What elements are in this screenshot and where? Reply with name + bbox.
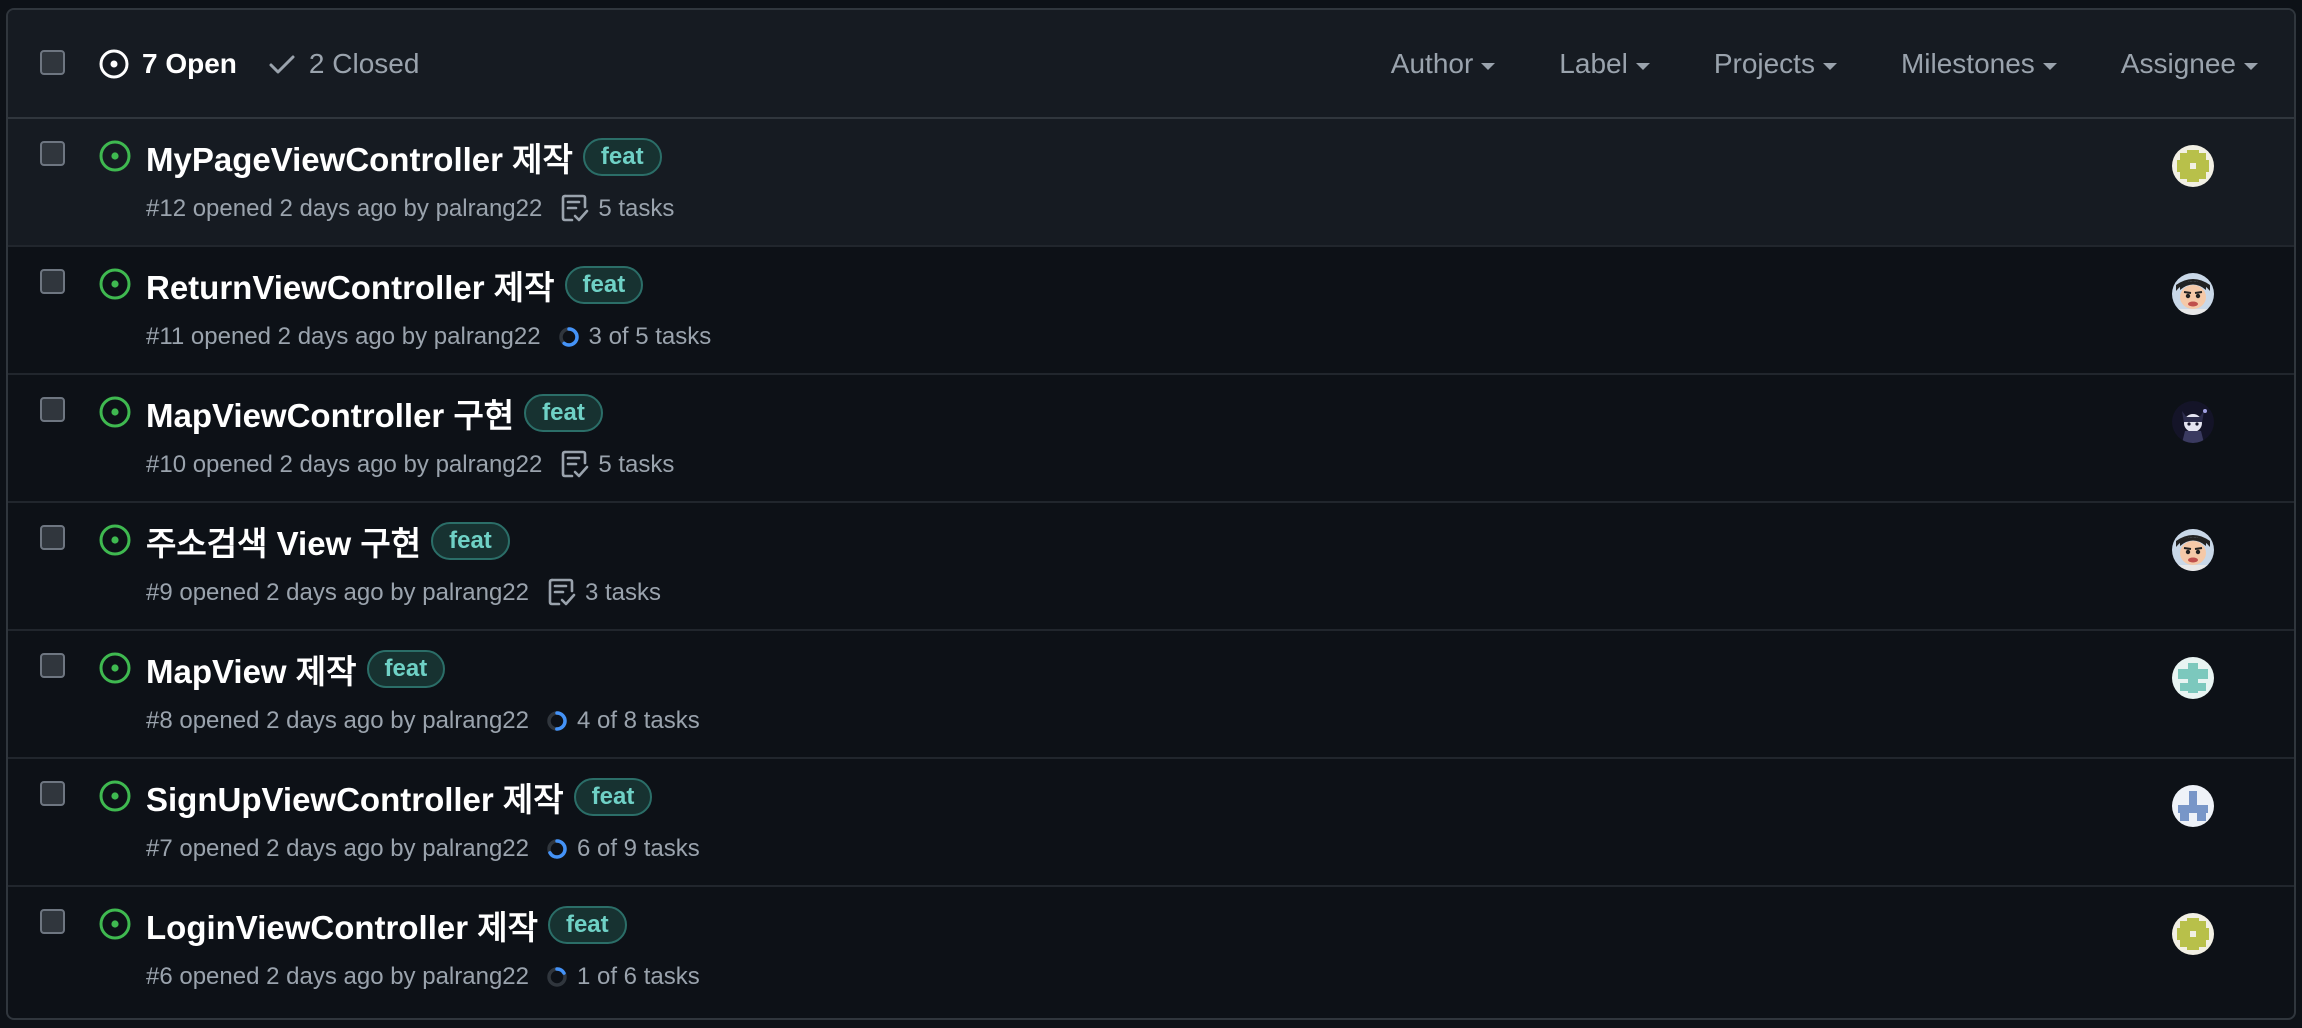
closed-issues-label: 2 Closed — [308, 48, 420, 79]
issue-tasks-label: 1 of 6 tasks — [576, 963, 700, 990]
issue-tasks-label: 3 tasks — [584, 579, 662, 606]
issue-tasks-label: 5 tasks — [598, 195, 675, 222]
caret-down-icon — [1481, 62, 1496, 70]
issue-title[interactable]: MapView 제작 — [146, 645, 357, 693]
closed-issues-tab[interactable]: 2 Closed — [267, 48, 420, 80]
issue-checkbox[interactable] — [40, 909, 65, 934]
issue-opened-icon — [99, 396, 131, 428]
issue-title[interactable]: LoginViewController 제작 — [146, 901, 538, 949]
select-all-checkbox[interactable] — [40, 50, 65, 75]
issue-opened-icon — [99, 49, 129, 79]
issue-label[interactable]: feat — [547, 906, 627, 944]
issue-tasks[interactable]: 6 of 9 tasks — [545, 835, 700, 863]
issue-checkbox[interactable] — [40, 269, 65, 294]
label-filter[interactable]: Label — [1559, 48, 1650, 80]
task-list-icon — [548, 578, 576, 606]
issue-meta: #11 opened 2 days ago by palrang22 — [146, 323, 541, 350]
issue-title[interactable]: MyPageViewController 제작 — [146, 133, 573, 181]
issue-label[interactable]: feat — [573, 778, 653, 816]
milestones-filter[interactable]: Milestones — [1901, 48, 2057, 80]
issue-meta: #8 opened 2 days ago by palrang22 — [146, 707, 529, 734]
issue-tasks[interactable]: 3 tasks — [545, 577, 661, 609]
author-filter[interactable]: Author — [1391, 48, 1496, 80]
issue-tasks[interactable]: 1 of 6 tasks — [545, 963, 700, 991]
issue-opened-icon — [99, 908, 131, 940]
issue-tasks[interactable]: 5 tasks — [558, 193, 674, 225]
issue-row: SignUpViewController 제작 feat #7 opened 2 d… — [8, 759, 2294, 887]
issue-meta: #10 opened 2 days ago by palrang22 — [146, 451, 543, 478]
issue-opened-icon — [99, 780, 131, 812]
task-list-icon — [562, 450, 589, 478]
assignee-avatar[interactable] — [2172, 657, 2214, 699]
issue-rows: MyPageViewController 제작 feat #12 opened 2 … — [8, 119, 2294, 1015]
issue-tasks[interactable]: 4 of 8 tasks — [545, 707, 700, 735]
assignee-avatar[interactable] — [2172, 785, 2214, 827]
caret-down-icon — [2244, 62, 2258, 70]
task-progress-icon — [547, 967, 567, 987]
issue-meta: #7 opened 2 days ago by palrang22 — [146, 835, 529, 862]
issue-meta: #9 opened 2 days ago by palrang22 — [146, 579, 529, 606]
issues-list-header: 7 Open 2 Closed Author Label Projects Mi… — [8, 10, 2294, 119]
filter-bar: Author Label Projects Milestones Assigne… — [1327, 42, 2258, 86]
issue-opened-icon — [99, 140, 131, 172]
projects-filter[interactable]: Projects — [1714, 48, 1837, 80]
assignee-avatar[interactable] — [2172, 401, 2214, 443]
issue-checkbox[interactable] — [40, 525, 65, 550]
issue-meta: #12 opened 2 days ago by palrang22 — [146, 195, 543, 222]
issue-row: MapView 제작 feat #8 opened 2 days ago by pa… — [8, 631, 2294, 759]
issue-tasks-label: 6 of 9 tasks — [576, 835, 700, 862]
issue-tasks-label: 3 of 5 tasks — [588, 323, 712, 350]
task-list-icon — [562, 194, 589, 222]
issues-list: 7 Open 2 Closed Author Label Projects Mi… — [6, 8, 2296, 1020]
issue-tasks-label: 4 of 8 tasks — [576, 707, 700, 734]
check-icon — [269, 55, 295, 74]
assignee-filter[interactable]: Assignee — [2121, 48, 2258, 80]
issue-row: ReturnViewController 제작 feat #11 opened 2 … — [8, 247, 2294, 375]
issue-title[interactable]: MapViewController 구현 — [146, 389, 514, 437]
issue-label[interactable]: feat — [366, 650, 446, 688]
issue-checkbox[interactable] — [40, 653, 65, 678]
open-issues-tab[interactable]: 7 Open — [98, 48, 237, 80]
issue-row: LoginViewController 제작 feat #6 opened 2 da… — [8, 887, 2294, 1015]
assignee-avatar[interactable] — [2172, 145, 2214, 187]
issue-opened-icon — [99, 268, 131, 300]
assignee-avatar[interactable] — [2172, 273, 2214, 315]
issue-state-toggle: 7 Open 2 Closed — [98, 42, 419, 86]
caret-down-icon — [1822, 62, 1837, 70]
task-progress-icon — [547, 839, 567, 859]
issue-label[interactable]: feat — [524, 394, 603, 432]
assignee-avatar[interactable] — [2172, 913, 2214, 955]
issue-label[interactable]: feat — [564, 266, 644, 304]
task-progress-icon — [558, 327, 579, 347]
caret-down-icon — [2042, 62, 2057, 70]
open-issues-label: 7 Open — [142, 48, 237, 79]
issue-row: 주소검색 View 구현 feat #9 opened 2 days ago by … — [8, 503, 2294, 631]
issue-checkbox[interactable] — [40, 781, 65, 806]
task-progress-icon — [547, 711, 567, 731]
issue-title[interactable]: SignUpViewController 제작 — [146, 773, 564, 821]
issue-label[interactable]: feat — [431, 522, 510, 560]
issue-label[interactable]: feat — [582, 138, 662, 176]
issue-row: MyPageViewController 제작 feat #12 opened 2 … — [8, 119, 2294, 247]
issue-meta: #6 opened 2 days ago by palrang22 — [146, 963, 529, 990]
issue-checkbox[interactable] — [40, 141, 65, 166]
issue-tasks-label: 5 tasks — [598, 451, 675, 478]
caret-down-icon — [1635, 62, 1650, 70]
issue-tasks[interactable]: 3 of 5 tasks — [557, 323, 712, 351]
assignee-avatar[interactable] — [2172, 529, 2214, 571]
issue-title[interactable]: ReturnViewController 제작 — [146, 261, 555, 309]
issue-title[interactable]: 주소검색 View 구현 — [146, 517, 421, 565]
issue-checkbox[interactable] — [40, 397, 65, 422]
issue-row: MapViewController 구현 feat #10 opened 2 day… — [8, 375, 2294, 503]
issue-opened-icon — [99, 524, 131, 556]
issue-opened-icon — [99, 652, 131, 684]
issue-tasks[interactable]: 5 tasks — [558, 449, 674, 481]
